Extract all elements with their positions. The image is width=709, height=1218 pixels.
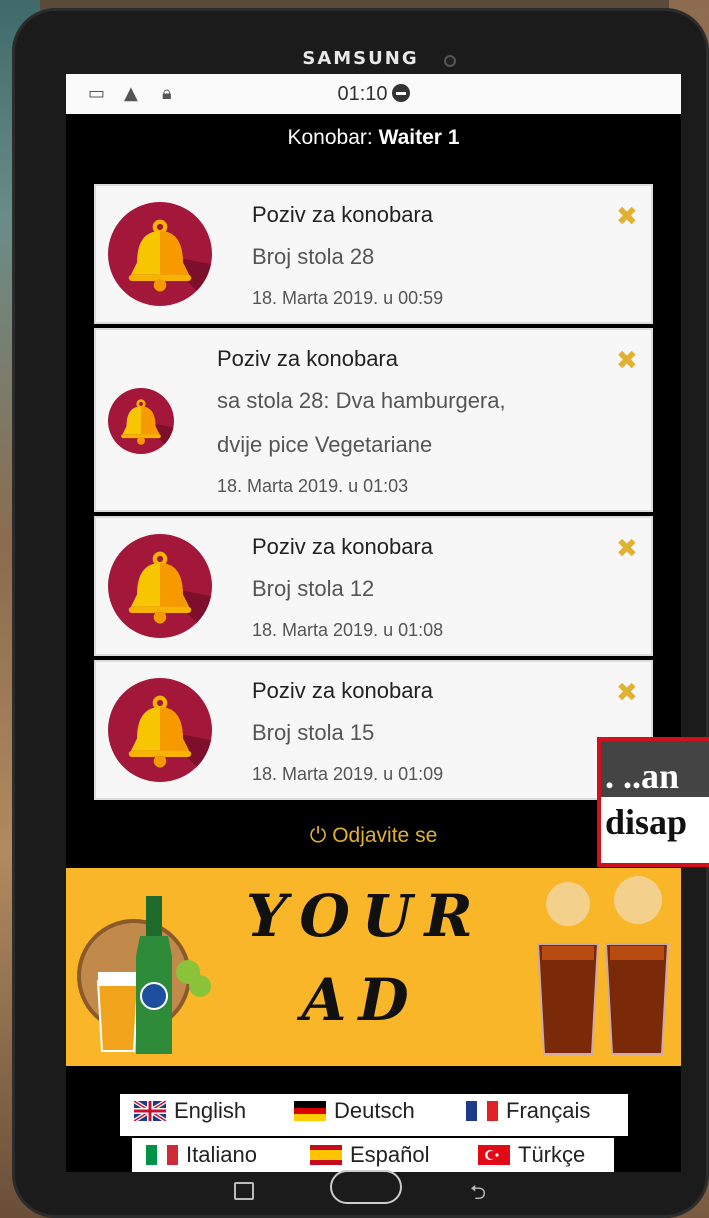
card-detail: Broj stola 12 (252, 576, 375, 601)
italy-flag-icon (146, 1145, 178, 1165)
waiter-name: Waiter 1 (378, 126, 460, 149)
ad-line-1: YOUR (246, 882, 485, 950)
ad-banner[interactable]: YOUR AD (66, 868, 681, 1066)
card-detail-line-2: dvije pice Vegetariane (217, 432, 433, 457)
card-detail: Broj stola 15 (252, 720, 375, 745)
home-button[interactable] (330, 1170, 402, 1204)
close-icon[interactable]: ✖ (616, 204, 638, 230)
card-title: Poziv za konobara (252, 534, 433, 559)
recent-apps-icon[interactable] (234, 1182, 254, 1200)
spain-flag-icon (310, 1145, 342, 1165)
close-icon[interactable]: ✖ (616, 536, 638, 562)
language-label: Türkçe (518, 1142, 586, 1167)
bell-icon (108, 202, 212, 306)
card-date: 18. Marta 2019. u 01:08 (252, 620, 444, 640)
card-detail: Broj stola 28 (252, 244, 375, 269)
card-date: 18. Marta 2019. u 00:59 (252, 288, 444, 308)
logout-link[interactable]: ⏻ Odjavite se (66, 824, 681, 848)
language-espanol[interactable]: Español (310, 1142, 430, 1168)
language-italiano[interactable]: Italiano (146, 1142, 257, 1168)
language-label: Español (350, 1142, 430, 1167)
language-deutsch[interactable]: Deutsch (294, 1098, 415, 1124)
tablet-frame: SAMSUNG ▭ ▲ 🔒︎ 01:10 Konobar: Waiter 1 P… (12, 8, 709, 1218)
time-text: 01:10 (337, 83, 388, 105)
camera-icon (444, 55, 456, 67)
language-row-2: Italiano Español Türkçe (132, 1138, 614, 1172)
power-icon: ⏻ (309, 824, 327, 847)
device-brand: SAMSUNG (302, 48, 419, 69)
card-detail-line-1: sa stola 28: Dva hamburgera, (217, 388, 506, 413)
caption-text: . ..an disap (605, 753, 687, 845)
waiter-header: Konobar: Waiter 1 (66, 126, 681, 150)
uk-flag-icon (134, 1101, 166, 1121)
status-bar: ▭ ▲ 🔒︎ 01:10 (66, 74, 681, 114)
bell-icon (108, 388, 174, 454)
caption-overlay: . ..an disap (597, 737, 709, 867)
language-label: Deutsch (334, 1098, 415, 1123)
card-title: Poziv za konobara (252, 202, 433, 227)
card-title: Poziv za konobara (252, 678, 433, 703)
notification-card[interactable]: Poziv za konobara Broj stola 12 18. Mart… (94, 516, 653, 656)
germany-flag-icon (294, 1101, 326, 1121)
language-english[interactable]: English (134, 1098, 246, 1124)
turkey-flag-icon (478, 1145, 510, 1165)
bell-icon (108, 678, 212, 782)
close-icon[interactable]: ✖ (616, 680, 638, 706)
language-turkce[interactable]: Türkçe (478, 1142, 585, 1168)
notification-card[interactable]: Poziv za konobara Broj stola 15 18. Mart… (94, 660, 653, 800)
language-francais[interactable]: Français (466, 1098, 590, 1124)
card-date: 18. Marta 2019. u 01:09 (252, 764, 444, 784)
ad-line-2: AD (301, 966, 421, 1034)
logout-label: Odjavite se (332, 824, 438, 847)
notification-card[interactable]: Poziv za konobara sa stola 28: Dva hambu… (94, 328, 653, 512)
card-title: Poziv za konobara (217, 346, 398, 371)
caption-line-2: disap (605, 802, 688, 842)
beer-bottle-image (77, 896, 211, 1054)
close-icon[interactable]: ✖ (616, 348, 638, 374)
header-prefix: Konobar: (287, 126, 379, 149)
france-flag-icon (466, 1101, 498, 1121)
language-row-1: English Deutsch Français (120, 1094, 628, 1136)
card-date: 18. Marta 2019. u 01:03 (217, 476, 409, 496)
language-label: English (174, 1098, 247, 1123)
cola-glasses-image (536, 876, 670, 1055)
notification-card[interactable]: Poziv za konobara Broj stola 28 18. Mart… (94, 184, 653, 324)
caption-line-1: . ..an (605, 756, 680, 796)
screen: ▭ ▲ 🔒︎ 01:10 Konobar: Waiter 1 Poziv za … (66, 74, 681, 1172)
language-label: Français (506, 1098, 591, 1123)
do-not-disturb-icon (391, 84, 410, 102)
status-time: 01:10 (66, 83, 681, 106)
back-icon[interactable]: ⮌ (470, 1178, 486, 1212)
device-nav-bar: ⮌ (12, 1170, 709, 1218)
language-label: Italiano (186, 1142, 257, 1167)
bell-icon (108, 534, 212, 638)
